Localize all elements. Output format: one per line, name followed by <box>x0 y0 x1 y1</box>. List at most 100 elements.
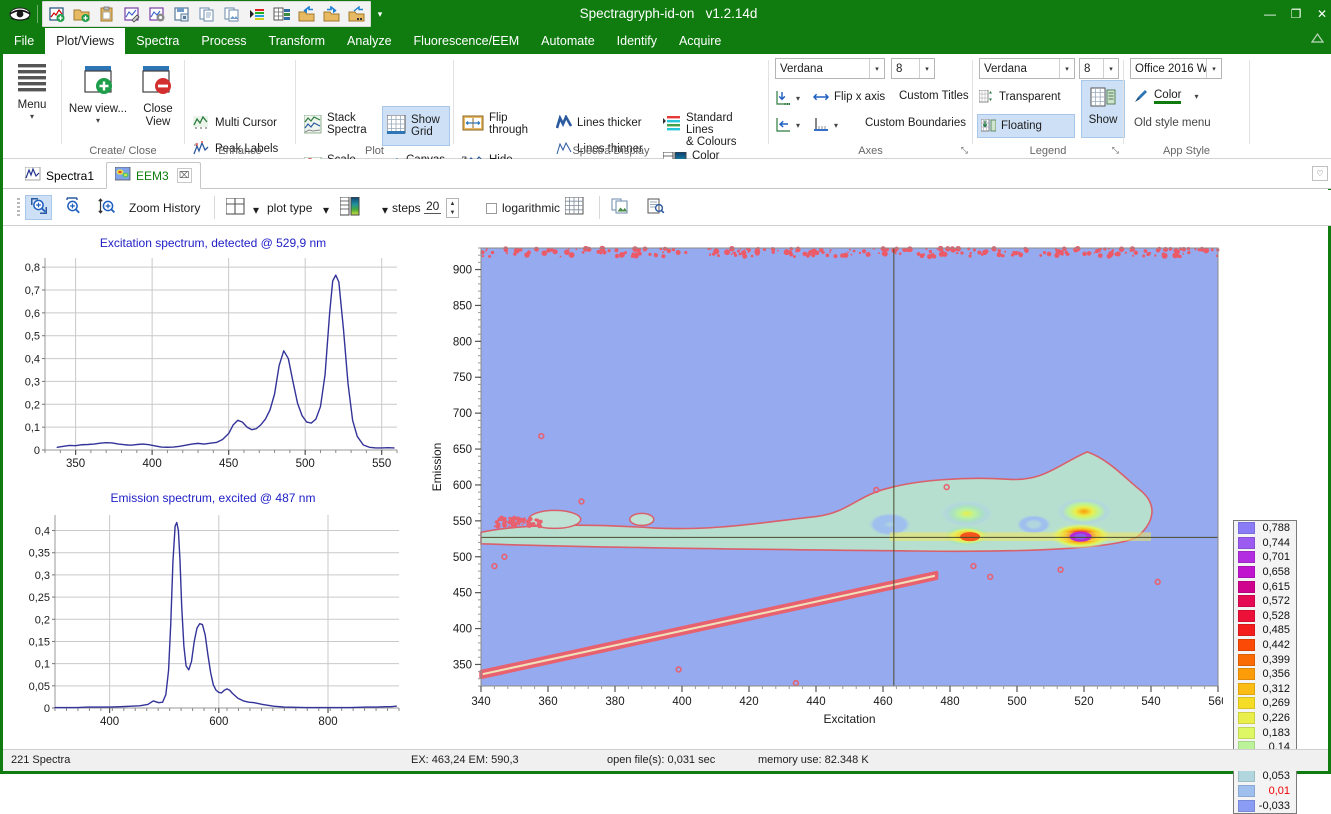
minimize-button[interactable]: — <box>1262 6 1278 22</box>
steps-stepper[interactable]: ▲ ▼ <box>446 198 459 218</box>
copy-doc-icon[interactable] <box>195 3 218 25</box>
batch-folder-icon[interactable] <box>345 3 368 25</box>
flip-through-button[interactable]: Flip through <box>462 112 530 136</box>
doc-tabs-favorite-icon[interactable]: ♡ <box>1312 166 1328 181</box>
excitation-spectrum-plot[interactable]: 0 0,1 0,2 0,3 0,4 0,5 0,6 0,7 0,8 350 400 450 500 550 <box>3 250 421 480</box>
new-view-caret-icon[interactable]: ▾ <box>68 116 128 125</box>
chevron-down-icon[interactable]: ▾ <box>919 59 934 78</box>
legend-row[interactable]: 0,226 <box>1234 711 1296 726</box>
legend-row[interactable]: 0,183 <box>1234 725 1296 740</box>
new-view-button[interactable]: New view... ▾ <box>68 62 128 125</box>
legend-row[interactable]: 0,744 <box>1234 536 1296 551</box>
steps-increase-icon[interactable]: ▲ <box>447 199 458 208</box>
grid-toggle-button[interactable] <box>561 195 588 220</box>
palette-bars-icon[interactable] <box>245 3 268 25</box>
ribbon-tab-file[interactable]: File <box>3 28 45 54</box>
legend-row[interactable]: 0,701 <box>1234 550 1296 565</box>
menu-button[interactable]: Menu ▾ <box>9 62 55 121</box>
legend-row[interactable]: 0,269 <box>1234 696 1296 711</box>
zoom-history-button[interactable]: Zoom History <box>129 201 200 215</box>
steps-decrease-icon[interactable]: ▼ <box>447 208 458 217</box>
multi-cursor-button[interactable]: Multi Cursor <box>193 115 277 130</box>
close-button[interactable]: ✕ <box>1314 6 1330 22</box>
paste-icon[interactable] <box>95 3 118 25</box>
legend-row[interactable]: 0,053 <box>1234 769 1296 784</box>
legend-row[interactable]: -0,033 <box>1234 798 1296 813</box>
zoom-y-tool-button[interactable] <box>93 195 120 220</box>
palette-caret-icon[interactable]: ▾ <box>382 203 388 217</box>
copy-image-icon[interactable] <box>220 3 243 25</box>
show-grid-button[interactable]: Show Grid <box>382 106 450 146</box>
doc-tab-eem3-close-icon[interactable]: ⌧ <box>177 168 192 183</box>
legend-row[interactable]: 0,788 <box>1234 521 1296 536</box>
axes-font-select[interactable]: Verdana ▾ <box>775 58 885 79</box>
ribbon-tab-fluorescence-eem[interactable]: Fluorescence/EEM <box>403 28 531 54</box>
menu-caret-icon[interactable]: ▾ <box>9 112 55 121</box>
maximize-button[interactable]: ❐ <box>1288 6 1304 22</box>
palette-button[interactable] <box>336 195 363 220</box>
legend-row[interactable]: 0,442 <box>1234 638 1296 653</box>
plot-type-caret-icon[interactable]: ▾ <box>323 203 329 217</box>
old-style-menu-button[interactable]: Old style menu <box>1134 117 1211 129</box>
toolbar-grip[interactable] <box>17 198 20 218</box>
legend-floating-toggle[interactable]: Floating <box>977 114 1075 138</box>
open-folder-icon[interactable] <box>70 3 93 25</box>
lines-thicker-button[interactable]: Lines thicker <box>556 115 642 130</box>
edit-spectrum-icon[interactable] <box>120 3 143 25</box>
print-preview-button[interactable] <box>642 195 669 220</box>
grid-table-icon[interactable] <box>270 3 293 25</box>
flip-x-axis-button[interactable]: Flip x axis <box>813 90 885 104</box>
chevron-down-icon[interactable]: ▾ <box>1206 59 1221 78</box>
legend-font-size-select[interactable]: 8 ▾ <box>1079 58 1119 79</box>
panel-layout-button[interactable] <box>222 195 249 220</box>
plot-type-label[interactable]: plot type <box>267 201 312 215</box>
new-spectrum-icon[interactable] <box>45 3 68 25</box>
axis-boundaries-icon-button[interactable]: ▾ <box>813 117 838 133</box>
legend-row[interactable]: 0,615 <box>1234 579 1296 594</box>
save-icon[interactable] <box>170 3 193 25</box>
axes-dialog-launcher[interactable]: ⤡ <box>961 145 968 156</box>
legend-row[interactable]: 0,528 <box>1234 609 1296 624</box>
theme-select[interactable]: Office 2016 W ▾ <box>1130 58 1222 79</box>
ribbon-tab-automate[interactable]: Automate <box>530 28 606 54</box>
custom-boundaries-button[interactable]: Custom Boundaries <box>865 117 966 129</box>
ribbon-tab-process[interactable]: Process <box>190 28 257 54</box>
eem-contour-plot[interactable]: 350 400 450 500 550 600 650 700 750 800 850 900 Emis… <box>423 226 1223 736</box>
checkbox-icon[interactable] <box>486 203 497 214</box>
custom-titles-button[interactable]: Custom Titles <box>899 90 969 102</box>
legend-transparent-toggle[interactable]: Transparent <box>979 90 1073 104</box>
ribbon-tab-spectra[interactable]: Spectra <box>125 28 190 54</box>
close-view-button[interactable]: Close View <box>134 62 182 128</box>
legend-row[interactable]: 0,485 <box>1234 623 1296 638</box>
x-axis-scale-button[interactable]: ▾ <box>775 117 800 133</box>
steps-input[interactable]: 20 <box>424 199 441 214</box>
legend-dialog-launcher[interactable]: ⤡ <box>1112 145 1119 156</box>
axes-font-size-select[interactable]: 8 ▾ <box>891 58 935 79</box>
stack-spectra-button[interactable]: Stack Spectra <box>304 112 388 136</box>
ribbon-tab-transform[interactable]: Transform <box>258 28 337 54</box>
ribbon-tab-analyze[interactable]: Analyze <box>336 28 402 54</box>
doc-tab-eem3[interactable]: EEM3 ⌧ <box>106 162 201 189</box>
emission-spectrum-plot[interactable]: 0 0,05 0,1 0,15 0,2 0,25 0,3 0,35 0,4 400 600 800 <box>3 505 421 740</box>
ribbon-tab-plot-views[interactable]: Plot/Views <box>45 28 125 54</box>
chevron-down-icon[interactable]: ▾ <box>1103 59 1118 78</box>
legend-row[interactable]: 0,572 <box>1234 594 1296 609</box>
import-folder-icon[interactable] <box>295 3 318 25</box>
doc-tab-spectra1[interactable]: Spectra1 <box>17 162 102 189</box>
y-axis-caret-icon[interactable]: ▾ <box>796 94 800 103</box>
axis-boundary-caret-icon[interactable]: ▾ <box>834 121 838 130</box>
zoom-x-tool-button[interactable] <box>59 195 86 220</box>
y-axis-scale-button[interactable]: ▾ <box>775 90 800 106</box>
copy-image-button[interactable] <box>606 195 633 220</box>
ribbon-tab-acquire[interactable]: Acquire <box>668 28 732 54</box>
legend-row[interactable]: 0,658 <box>1234 565 1296 580</box>
settings-spectrum-icon[interactable] <box>145 3 168 25</box>
export-folder-icon[interactable] <box>320 3 343 25</box>
legend-font-select[interactable]: Verdana ▾ <box>979 58 1075 79</box>
ribbon-help-icon[interactable] <box>1311 32 1324 48</box>
panel-layout-caret-icon[interactable]: ▾ <box>253 203 259 217</box>
app-color-caret-icon[interactable]: ▾ <box>1194 92 1198 101</box>
legend-row[interactable]: 0,399 <box>1234 652 1296 667</box>
ribbon-tab-identify[interactable]: Identify <box>606 28 668 54</box>
chevron-down-icon[interactable]: ▾ <box>869 59 884 78</box>
